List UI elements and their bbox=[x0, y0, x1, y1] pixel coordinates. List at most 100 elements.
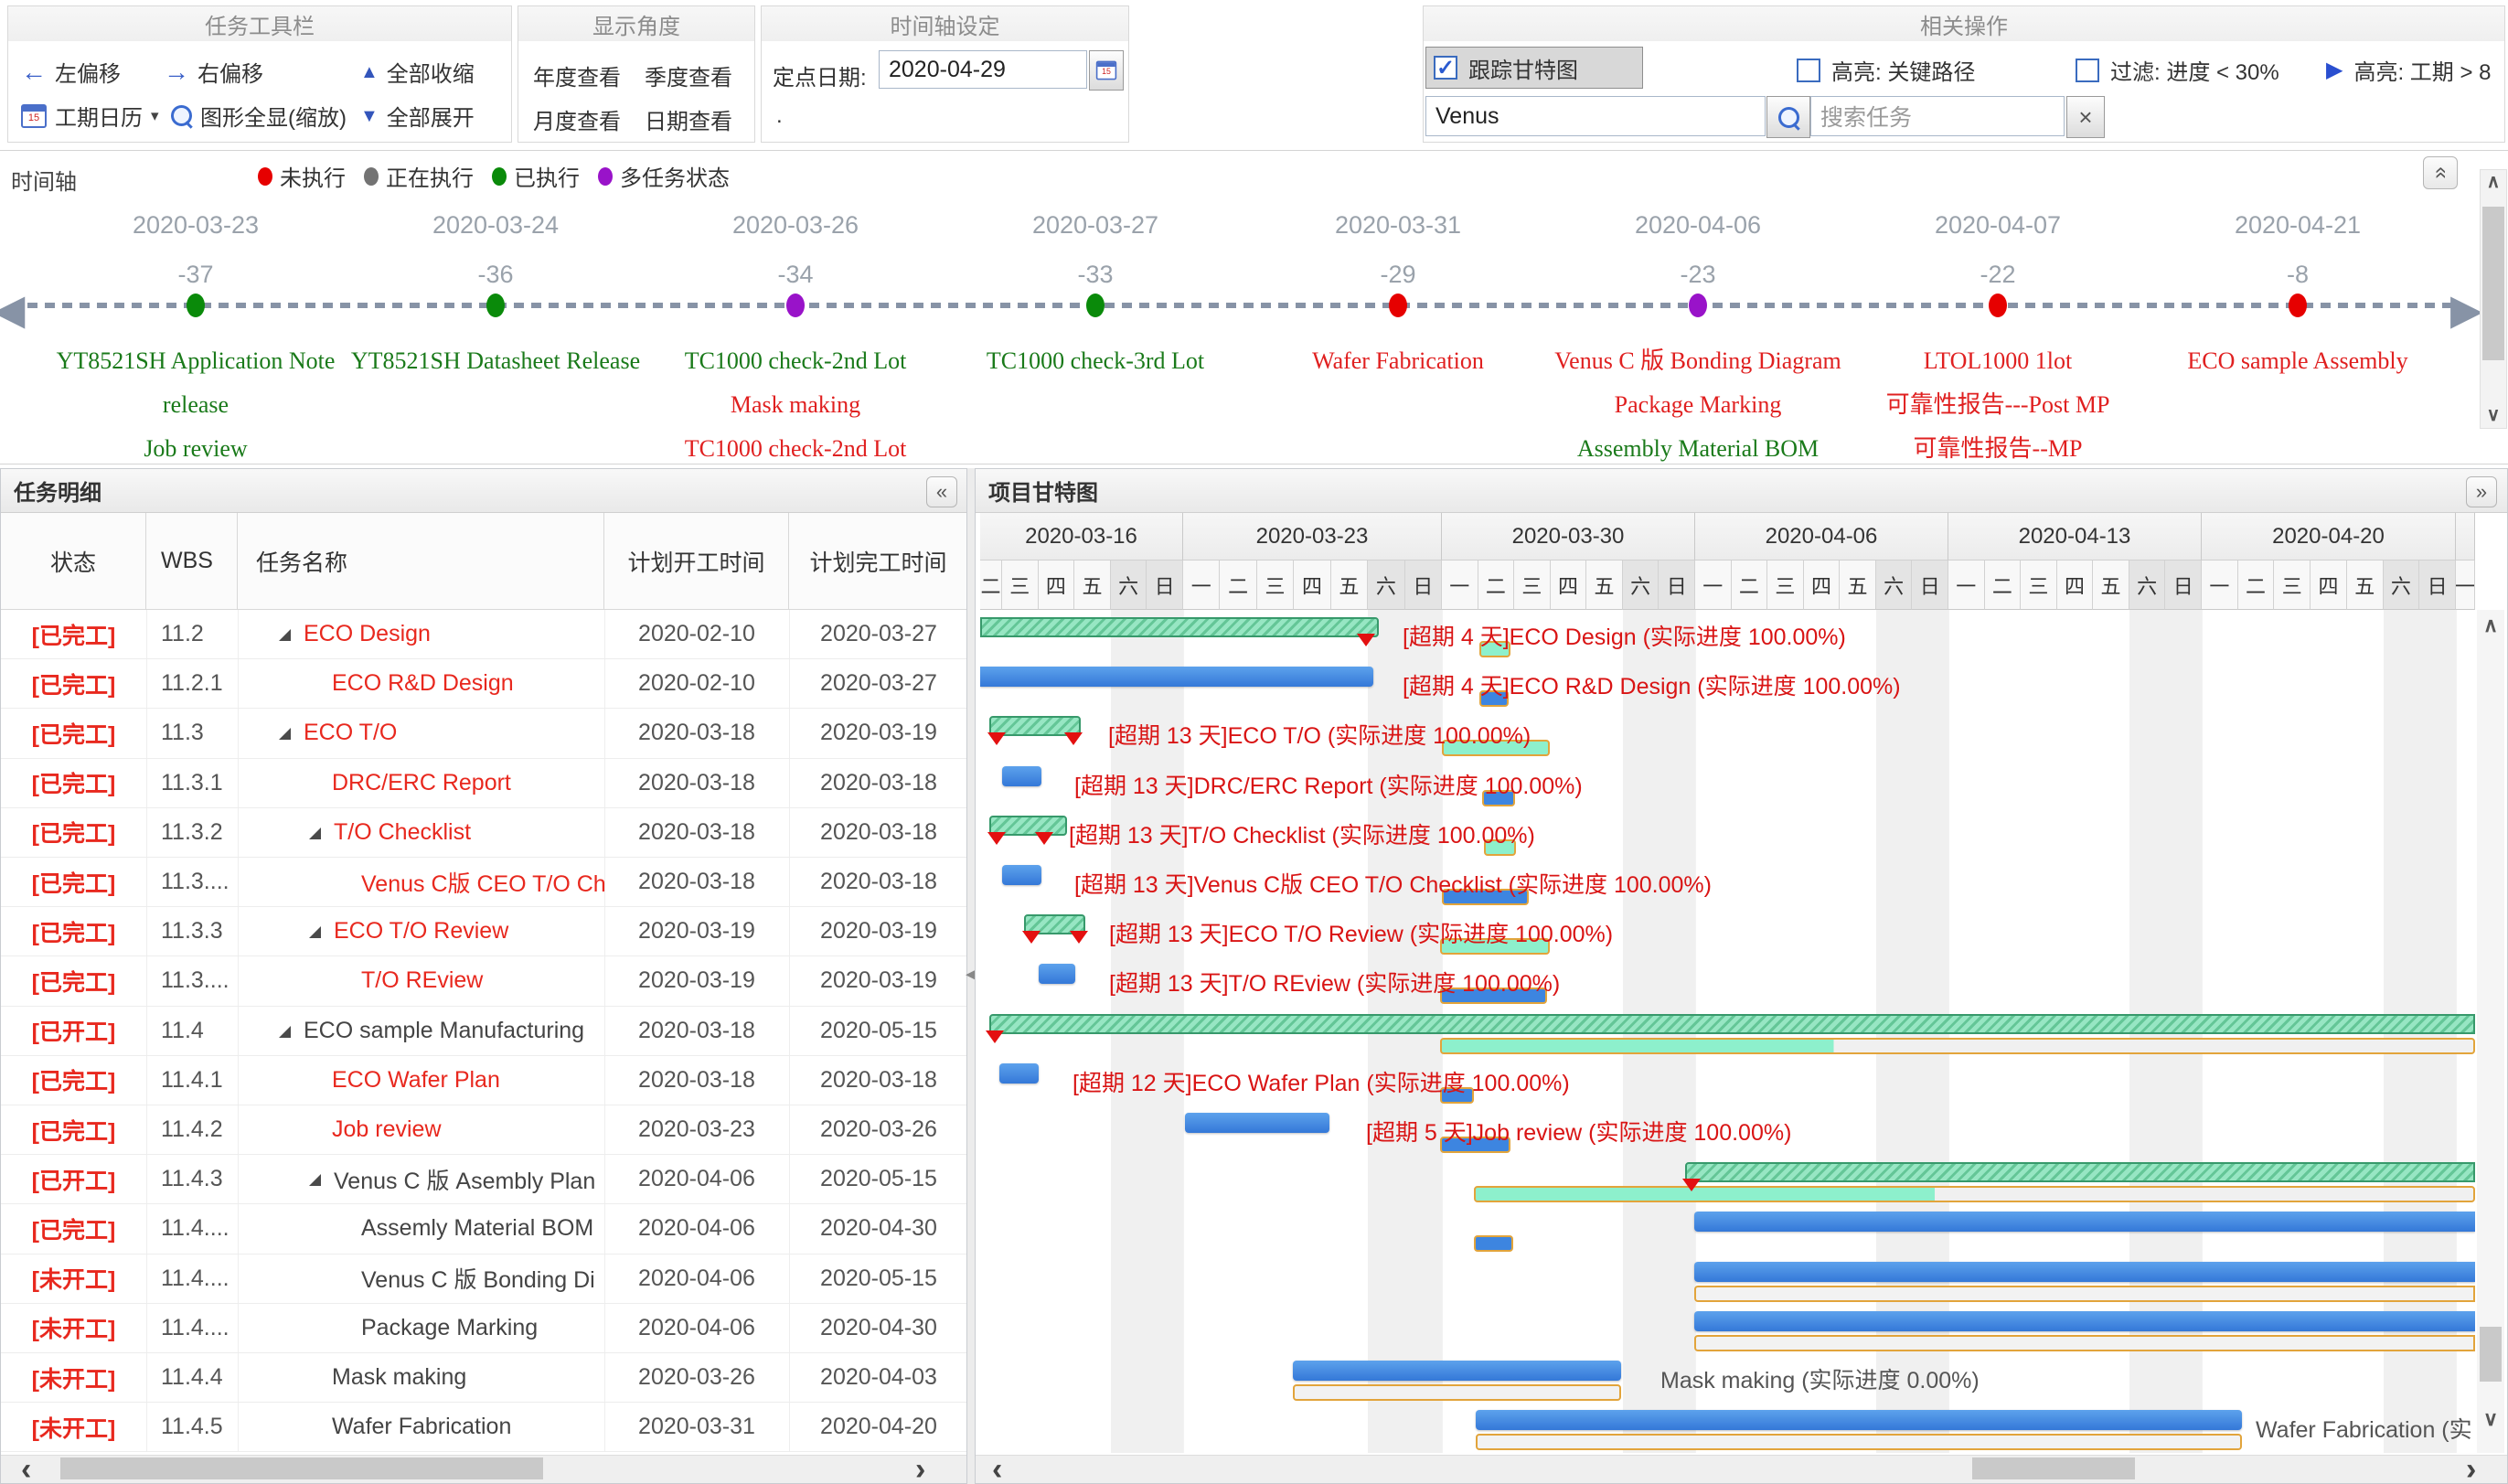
view-quarter-button[interactable]: 季度查看 bbox=[645, 59, 732, 91]
checkbox-empty-icon[interactable] bbox=[1797, 59, 1820, 82]
table-row[interactable]: [未开工]11.4....Package Marking2020-04-0620… bbox=[1, 1304, 966, 1353]
gantt-row[interactable] bbox=[980, 1304, 2475, 1353]
view-day-button[interactable]: 日期查看 bbox=[645, 103, 732, 135]
table-row[interactable]: [已完工]11.3....Venus C版 CEO T/O Ch2020-03-… bbox=[1, 858, 966, 907]
column-header-2[interactable]: 任务名称 bbox=[238, 513, 604, 610]
table-h-scrollbar[interactable]: ‹ › bbox=[1, 1455, 966, 1483]
gantt-bar-blue[interactable] bbox=[1002, 865, 1041, 885]
gantt-row[interactable]: Wafer Fabrication (实 bbox=[980, 1403, 2475, 1452]
table-row[interactable]: [已完工]11.4.1ECO Wafer Plan2020-03-182020-… bbox=[1, 1056, 966, 1105]
gantt-row[interactable]: [超期 13 天]DRC/ERC Report (实际进度 100.00%) bbox=[980, 759, 2475, 808]
tree-toggle-icon[interactable] bbox=[309, 926, 321, 938]
view-year-button[interactable]: 年度查看 bbox=[533, 59, 621, 91]
collapse-all-button[interactable]: ▲ 全部收缩 bbox=[360, 56, 475, 88]
shift-left-button[interactable]: ← 左偏移 bbox=[21, 56, 121, 88]
gantt-row[interactable]: [超期 13 天]T/O REview (实际进度 100.00%) bbox=[980, 956, 2475, 1006]
table-row[interactable]: [未开工]11.4.4Mask making2020-03-262020-04-… bbox=[1, 1353, 966, 1403]
gantt-v-scrollbar[interactable]: ∧ ∨ bbox=[2477, 610, 2504, 1453]
search-project-input[interactable]: Venus bbox=[1425, 96, 1766, 136]
milestone-dot[interactable] bbox=[187, 294, 205, 317]
table-row[interactable]: [已完工]11.4....Assemly Material BOM2020-04… bbox=[1, 1204, 966, 1254]
gantt-row[interactable] bbox=[980, 1204, 2475, 1254]
gantt-row[interactable] bbox=[980, 1254, 2475, 1304]
gantt-row[interactable] bbox=[980, 1155, 2475, 1204]
table-row[interactable]: [已完工]11.3.2T/O Checklist2020-03-182020-0… bbox=[1, 808, 966, 858]
table-row[interactable]: [未开工]11.4....Venus C 版 Bonding Di2020-04… bbox=[1, 1254, 966, 1304]
tree-toggle-icon[interactable] bbox=[279, 629, 291, 641]
table-row[interactable]: [已完工]11.3ECO T/O2020-03-182020-03-19 bbox=[1, 709, 966, 758]
milestone-dot[interactable] bbox=[486, 294, 505, 317]
column-header-3[interactable]: 计划开工时间 bbox=[604, 513, 789, 610]
gantt-row[interactable]: [超期 13 天]ECO T/O Review (实际进度 100.00%) bbox=[980, 907, 2475, 956]
gantt-bar-blue[interactable] bbox=[1694, 1311, 2475, 1331]
scroll-left-icon[interactable]: ‹ bbox=[21, 1452, 31, 1484]
gantt-bar-blue[interactable] bbox=[1694, 1262, 2475, 1282]
scrollbar-thumb[interactable] bbox=[2480, 1327, 2502, 1382]
milestone-dot[interactable] bbox=[1689, 294, 1707, 317]
gantt-bar-hatch[interactable] bbox=[989, 1014, 2475, 1034]
scroll-right-icon[interactable]: › bbox=[915, 1452, 925, 1484]
view-month-button[interactable]: 月度查看 bbox=[533, 103, 621, 135]
calendar-button[interactable]: 工期日历 ▾ bbox=[21, 100, 159, 132]
timeline-scrollbar[interactable]: ∧ ∨ bbox=[2480, 169, 2507, 429]
gantt-row[interactable]: [超期 13 天]ECO T/O (实际进度 100.00%) bbox=[980, 709, 2475, 758]
checkbox-checked-icon[interactable]: ✓ bbox=[1434, 56, 1457, 80]
column-header-4[interactable]: 计划完工时间 bbox=[789, 513, 967, 610]
table-row[interactable]: [已开工]11.4.3Venus C 版 Asembly Plan2020-04… bbox=[1, 1155, 966, 1204]
gantt-bar-blue[interactable] bbox=[980, 667, 1373, 687]
scroll-up-icon[interactable]: ∧ bbox=[2481, 170, 2506, 193]
search-task-input[interactable]: 搜索任务 bbox=[1810, 96, 2065, 136]
table-row[interactable]: [已开工]11.4ECO sample Manufacturing2020-03… bbox=[1, 1007, 966, 1056]
shift-right-button[interactable]: → 右偏移 bbox=[164, 56, 263, 88]
gantt-row[interactable]: [超期 4 天]ECO R&D Design (实际进度 100.00%) bbox=[980, 659, 2475, 709]
highlight-duration-button[interactable]: ▶ 高亮: 工期 > 8 bbox=[2326, 54, 2492, 86]
tree-toggle-icon[interactable] bbox=[309, 1174, 321, 1186]
gantt-bar-plan-white[interactable] bbox=[1694, 1286, 2475, 1302]
scroll-up-icon[interactable]: ∧ bbox=[2477, 614, 2504, 637]
panel-splitter[interactable]: ◂ bbox=[967, 468, 975, 1484]
table-row[interactable]: [已完工]11.2ECO Design2020-02-102020-03-27 bbox=[1, 610, 966, 659]
gantt-bar-plan-white[interactable] bbox=[1694, 1335, 2475, 1351]
gantt-row[interactable]: [超期 12 天]ECO Wafer Plan (实际进度 100.00%) bbox=[980, 1056, 2475, 1105]
scroll-down-icon[interactable]: ∨ bbox=[2477, 1407, 2504, 1431]
gantt-row[interactable]: Mask making (实际进度 0.00%) bbox=[980, 1353, 2475, 1403]
fit-zoom-button[interactable]: 图形全显(缩放) bbox=[171, 100, 347, 132]
highlight-critical-checkbox[interactable]: 高亮: 关键路径 bbox=[1797, 54, 1975, 86]
gantt-row[interactable]: [超期 5 天]Job review (实际进度 100.00%) bbox=[980, 1105, 2475, 1155]
milestone-dot[interactable] bbox=[786, 294, 805, 317]
milestone-dot[interactable] bbox=[1086, 294, 1105, 317]
table-row[interactable]: [已完工]11.4.2Job review2020-03-232020-03-2… bbox=[1, 1105, 966, 1155]
gantt-bar-blue[interactable] bbox=[1476, 1410, 2242, 1430]
filter-progress-checkbox[interactable]: 过滤: 进度 < 30% bbox=[2076, 54, 2279, 86]
timeline-collapse-button[interactable]: » bbox=[2423, 156, 2458, 189]
gantt-h-scrollbar[interactable]: ‹ › bbox=[976, 1455, 2507, 1483]
gantt-bar-plan-prog[interactable] bbox=[1440, 1038, 2475, 1054]
scroll-down-icon[interactable]: ∨ bbox=[2481, 403, 2506, 426]
gantt-row[interactable]: [超期 13 天]T/O Checklist (实际进度 100.00%) bbox=[980, 808, 2475, 858]
expand-panel-button[interactable]: » bbox=[2466, 476, 2497, 507]
gantt-row[interactable]: [超期 4 天]ECO Design (实际进度 100.00%) bbox=[980, 610, 2475, 659]
scroll-right-icon[interactable]: › bbox=[2466, 1452, 2476, 1484]
milestone-dot[interactable] bbox=[1989, 294, 2007, 317]
collapse-panel-button[interactable]: « bbox=[926, 476, 957, 507]
scrollbar-thumb[interactable] bbox=[2482, 207, 2504, 360]
tree-toggle-icon[interactable] bbox=[309, 827, 321, 839]
timeline-left-arrow[interactable]: ◀ bbox=[0, 284, 25, 334]
fixed-date-input[interactable]: 2020-04-29 bbox=[879, 50, 1087, 89]
gantt-bar-plan-white[interactable] bbox=[1476, 1434, 2242, 1450]
table-row[interactable]: [已完工]11.2.1ECO R&D Design2020-02-102020-… bbox=[1, 659, 966, 709]
table-row[interactable]: [已完工]11.3.1DRC/ERC Report2020-03-182020-… bbox=[1, 759, 966, 808]
table-row[interactable]: [已完工]11.3....T/O REview2020-03-192020-03… bbox=[1, 956, 966, 1006]
table-row[interactable]: [未开工]11.4.5Wafer Fabrication2020-03-3120… bbox=[1, 1403, 966, 1452]
gantt-bar-hatch[interactable] bbox=[1685, 1162, 2475, 1182]
search-button[interactable] bbox=[1766, 96, 1810, 138]
milestone-dot[interactable] bbox=[1389, 294, 1407, 317]
gantt-bar-blue[interactable] bbox=[1293, 1361, 1621, 1381]
gantt-row[interactable] bbox=[980, 1007, 2475, 1056]
gantt-row[interactable]: [超期 13 天]Venus C版 CEO T/O Checklist (实际进… bbox=[980, 858, 2475, 907]
clear-search-button[interactable]: × bbox=[2066, 96, 2105, 138]
milestone-dot[interactable] bbox=[2289, 294, 2307, 317]
gantt-bar-blue[interactable] bbox=[1039, 964, 1075, 984]
date-picker-button[interactable] bbox=[1089, 50, 1124, 91]
gantt-bar-blue[interactable] bbox=[999, 1063, 1039, 1084]
